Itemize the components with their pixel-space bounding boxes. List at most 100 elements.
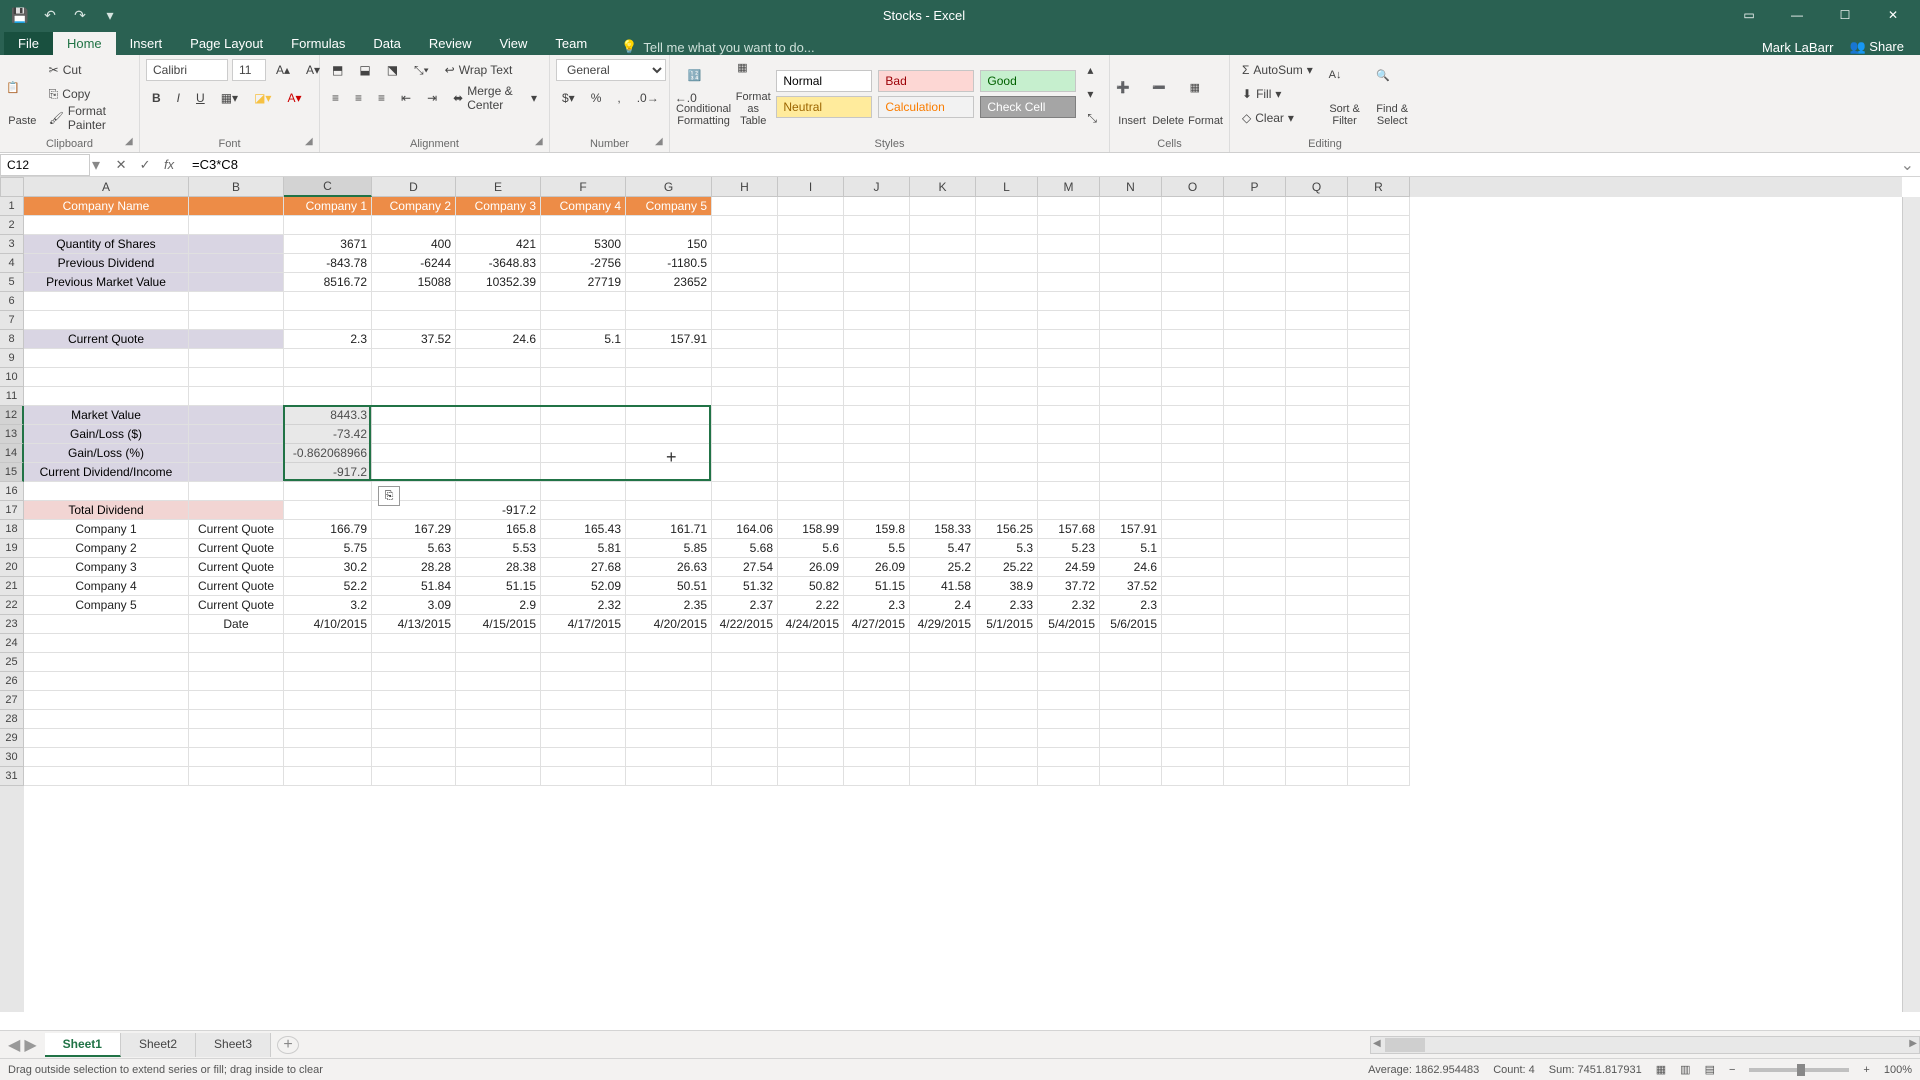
cell-O5[interactable] [1162,273,1224,292]
cell-B21[interactable]: Current Quote [189,577,284,596]
spreadsheet-grid[interactable]: ABCDEFGHIJKLMNOPQR 123456789101112131415… [0,177,1920,1030]
cell-C8[interactable]: 2.3 [284,330,372,349]
clear-button[interactable]: ◇Clear ▾ [1236,107,1319,129]
cell-O30[interactable] [1162,748,1224,767]
cell-H1[interactable] [712,197,778,216]
cell-K31[interactable] [910,767,976,786]
cell-M3[interactable] [1038,235,1100,254]
cell-B7[interactable] [189,311,284,330]
cell-I1[interactable] [778,197,844,216]
cell-H17[interactable] [712,501,778,520]
cell-O18[interactable] [1162,520,1224,539]
align-left-icon[interactable]: ≡ [326,87,345,109]
cell-P16[interactable] [1224,482,1286,501]
row-header-26[interactable]: 26 [0,672,24,691]
cell-Q9[interactable] [1286,349,1348,368]
cell-F13[interactable] [541,425,626,444]
cell-I7[interactable] [778,311,844,330]
cell-C24[interactable] [284,634,372,653]
cell-J18[interactable]: 159.8 [844,520,910,539]
ribbon-options-icon[interactable]: ▭ [1726,0,1772,30]
cell-H20[interactable]: 27.54 [712,558,778,577]
cell-R2[interactable] [1348,216,1410,235]
col-header-E[interactable]: E [456,177,541,197]
cell-K9[interactable] [910,349,976,368]
cell-A9[interactable] [24,349,189,368]
row-header-5[interactable]: 5 [0,273,24,292]
cell-N31[interactable] [1100,767,1162,786]
cell-D14[interactable] [372,444,456,463]
cell-D18[interactable]: 167.29 [372,520,456,539]
cell-O17[interactable] [1162,501,1224,520]
cell-F8[interactable]: 5.1 [541,330,626,349]
cell-C22[interactable]: 3.2 [284,596,372,615]
row-header-2[interactable]: 2 [0,216,24,235]
cell-E28[interactable] [456,710,541,729]
cell-D8[interactable]: 37.52 [372,330,456,349]
cell-H10[interactable] [712,368,778,387]
cell-G30[interactable] [626,748,712,767]
cell-Q13[interactable] [1286,425,1348,444]
cell-I2[interactable] [778,216,844,235]
row-header-23[interactable]: 23 [0,615,24,634]
row-header-13[interactable]: 13 [0,425,24,444]
cell-E8[interactable]: 24.6 [456,330,541,349]
cell-L31[interactable] [976,767,1038,786]
cell-D3[interactable]: 400 [372,235,456,254]
vertical-scrollbar[interactable] [1902,197,1920,1012]
cell-L9[interactable] [976,349,1038,368]
cell-Q16[interactable] [1286,482,1348,501]
cell-I20[interactable]: 26.09 [778,558,844,577]
cell-N13[interactable] [1100,425,1162,444]
align-right-icon[interactable]: ≡ [372,87,391,109]
cell-G21[interactable]: 50.51 [626,577,712,596]
cell-K21[interactable]: 41.58 [910,577,976,596]
cell-K30[interactable] [910,748,976,767]
cell-M22[interactable]: 2.32 [1038,596,1100,615]
cell-E29[interactable] [456,729,541,748]
cell-H3[interactable] [712,235,778,254]
cell-A8[interactable]: Current Quote [24,330,189,349]
cell-G13[interactable] [626,425,712,444]
cell-Q14[interactable] [1286,444,1348,463]
cell-L10[interactable] [976,368,1038,387]
cell-L1[interactable] [976,197,1038,216]
col-header-G[interactable]: G [626,177,712,197]
cell-O7[interactable] [1162,311,1224,330]
cell-B31[interactable] [189,767,284,786]
cell-N9[interactable] [1100,349,1162,368]
find-select-button[interactable]: 🔍Find & Select [1370,61,1414,127]
cell-A14[interactable]: Gain/Loss (%) [24,444,189,463]
zoom-level[interactable]: 100% [1884,1064,1912,1076]
cell-Q6[interactable] [1286,292,1348,311]
cell-O20[interactable] [1162,558,1224,577]
cell-N25[interactable] [1100,653,1162,672]
cell-H21[interactable]: 51.32 [712,577,778,596]
cell-A22[interactable]: Company 5 [24,596,189,615]
cell-B12[interactable] [189,406,284,425]
cell-B18[interactable]: Current Quote [189,520,284,539]
cell-J20[interactable]: 26.09 [844,558,910,577]
cell-F29[interactable] [541,729,626,748]
cell-D15[interactable] [372,463,456,482]
cell-H23[interactable]: 4/22/2015 [712,615,778,634]
cell-E12[interactable] [456,406,541,425]
cell-O23[interactable] [1162,615,1224,634]
cell-H8[interactable] [712,330,778,349]
cell-R12[interactable] [1348,406,1410,425]
cell-N17[interactable] [1100,501,1162,520]
cell-M11[interactable] [1038,387,1100,406]
cell-J22[interactable]: 2.3 [844,596,910,615]
col-header-C[interactable]: C [284,177,372,197]
cell-I9[interactable] [778,349,844,368]
cell-M27[interactable] [1038,691,1100,710]
cell-J29[interactable] [844,729,910,748]
orientation-icon[interactable]: ⤡▾ [408,59,435,81]
cell-N26[interactable] [1100,672,1162,691]
cell-Q20[interactable] [1286,558,1348,577]
cell-N4[interactable] [1100,254,1162,273]
sort-filter-button[interactable]: A↓Sort & Filter [1323,61,1367,127]
cell-H26[interactable] [712,672,778,691]
cell-I8[interactable] [778,330,844,349]
cell-K2[interactable] [910,216,976,235]
